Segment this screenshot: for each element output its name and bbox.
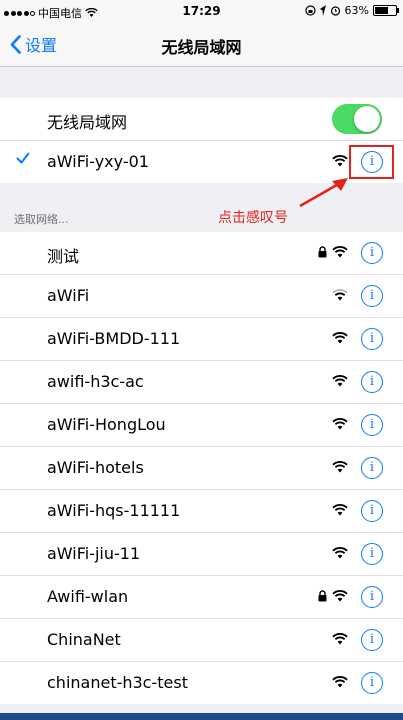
annotation-arrow-icon	[299, 178, 348, 208]
network-name: ChinaNet	[47, 630, 121, 649]
network-row[interactable]: Awifi-wlan i	[0, 576, 403, 619]
page-title: 无线局域网	[161, 38, 242, 57]
status-right: 63%	[304, 4, 399, 17]
info-icon[interactable]: i	[361, 543, 383, 565]
network-row[interactable]: ChinaNet i	[0, 619, 403, 662]
info-icon[interactable]: i	[361, 457, 383, 479]
network-name: aWiFi-hotels	[47, 458, 144, 477]
lock-icon	[318, 246, 327, 258]
wifi-signal-icon	[332, 547, 348, 559]
info-icon[interactable]: i	[361, 328, 383, 350]
network-row[interactable]: chinanet-h3c-test i	[0, 662, 403, 704]
wifi-signal-icon	[332, 590, 348, 602]
network-row[interactable]: 测试 i	[0, 232, 403, 275]
network-name: chinanet-h3c-test	[47, 673, 188, 692]
wifi-signal-icon	[332, 246, 348, 258]
alarm-icon	[330, 6, 340, 16]
network-name: Awifi-wlan	[47, 587, 129, 606]
network-name: aWiFi-hqs-11111	[47, 501, 181, 520]
network-name: aWiFi-BMDD-111	[47, 329, 181, 348]
wifi-signal-icon	[332, 418, 348, 430]
wifi-signal-icon	[332, 633, 348, 645]
wlan-toggle-label: 无线局域网	[47, 113, 128, 132]
network-name: aWiFi-HongLou	[47, 415, 166, 434]
network-row[interactable]: aWiFi-HongLou i	[0, 404, 403, 447]
network-row[interactable]: awifi-h3c-ac i	[0, 361, 403, 404]
wifi-signal-icon	[332, 155, 348, 167]
info-icon[interactable]: i	[361, 371, 383, 393]
network-row[interactable]: aWiFi-hotels i	[0, 447, 403, 490]
network-row[interactable]: aWiFi-jiu-11 i	[0, 533, 403, 576]
wifi-signal-icon	[332, 504, 348, 516]
battery-icon	[373, 5, 399, 16]
highlight-box	[349, 145, 394, 179]
network-row[interactable]: aWiFi-hqs-11111 i	[0, 490, 403, 533]
checkmark-icon	[16, 152, 30, 164]
annotation-label: 点击感叹号	[218, 210, 288, 226]
wifi-signal-icon	[332, 289, 348, 301]
network-list: 测试 i aWiFi i aWiFi-BMDD-111 i awifi-h3c-ac i aWi…	[0, 232, 403, 704]
network-name: awifi-h3c-ac	[47, 372, 144, 391]
toggle-knob	[354, 106, 380, 132]
info-icon[interactable]: i	[361, 242, 383, 264]
network-name: 测试	[47, 247, 80, 266]
location-icon	[319, 5, 326, 16]
connected-network-name: aWiFi-yxy-01	[47, 152, 149, 171]
rotation-lock-icon	[304, 5, 316, 16]
wifi-signal-icon	[332, 332, 348, 344]
network-row[interactable]: aWiFi i	[0, 275, 403, 318]
network-name: aWiFi-jiu-11	[47, 544, 141, 563]
bottom-bar	[0, 713, 403, 720]
info-icon[interactable]: i	[361, 285, 383, 307]
status-bar: 中国电信 17:29 63%	[0, 0, 403, 22]
info-icon[interactable]: i	[361, 586, 383, 608]
info-icon[interactable]: i	[361, 414, 383, 436]
section-header: 选取网络...	[14, 213, 69, 226]
wlan-toggle-switch[interactable]	[332, 104, 382, 134]
wifi-signal-icon	[332, 676, 348, 688]
wifi-signal-icon	[332, 375, 348, 387]
info-icon[interactable]: i	[361, 500, 383, 522]
battery-percent: 63%	[344, 4, 369, 17]
info-icon[interactable]: i	[361, 629, 383, 651]
wifi-signal-icon	[332, 461, 348, 473]
network-name: aWiFi	[47, 286, 90, 305]
wlan-group: 无线局域网 aWiFi-yxy-01 i	[0, 98, 403, 183]
wlan-toggle-row: 无线局域网	[0, 98, 403, 141]
network-row[interactable]: aWiFi-BMDD-111 i	[0, 318, 403, 361]
navigation-bar: 设置 无线局域网	[0, 22, 403, 67]
info-icon[interactable]: i	[361, 672, 383, 694]
lock-icon	[318, 590, 327, 602]
